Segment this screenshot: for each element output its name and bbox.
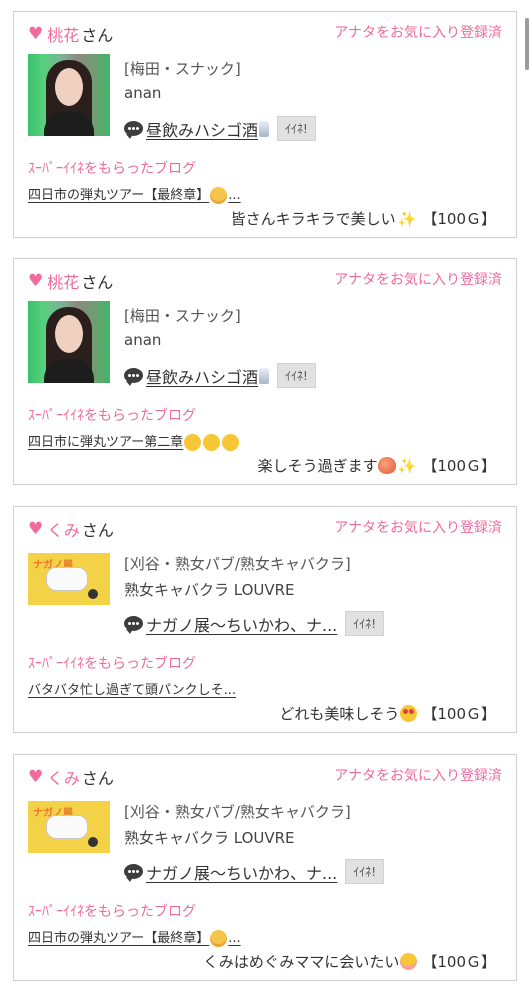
shop-area-category: [刈谷・熟女パブ/熟女キャバクラ] bbox=[124, 555, 351, 573]
shop-area-category: [刈谷・熟女パブ/熟女キャバクラ] bbox=[124, 803, 351, 821]
pleading-face-icon bbox=[210, 930, 228, 947]
blog-title-link[interactable]: 昼飲みハシゴ酒 bbox=[146, 364, 258, 388]
points: 【100Ｇ】 bbox=[422, 705, 496, 723]
sparkles-icon: ✨ bbox=[397, 209, 417, 228]
shop-area-category: [梅田・スナック] bbox=[124, 60, 241, 78]
favorite-status: アナタをお気に入り登録済 bbox=[334, 768, 502, 784]
ellipsis: ... bbox=[228, 188, 241, 203]
received-blog-title: 四日市の弾丸ツアー【最終章】 bbox=[28, 188, 210, 203]
notification-card: ♥ 桃花 さん アナタをお気に入り登録済 [梅田・スナック] anan 昼飲みハ… bbox=[13, 258, 517, 485]
notification-card: ♥ くみ さん アナタをお気に入り登録済 ナガノ展 [刈谷・熟女パブ/熟女キャバ… bbox=[13, 506, 517, 733]
grinning-face-icon bbox=[203, 434, 221, 451]
points: 【100Ｇ】 bbox=[422, 953, 496, 971]
received-blog-title: 四日市に弾丸ツアー第二章 bbox=[28, 435, 184, 450]
user-header[interactable]: ♥ くみ さん bbox=[28, 765, 114, 789]
profile-photo[interactable] bbox=[28, 54, 110, 136]
user-header[interactable]: ♥ くみ さん bbox=[28, 517, 114, 541]
heart-icon: ♥ bbox=[28, 270, 44, 291]
shop-name: 熟女キャバクラ LOUVRE bbox=[124, 829, 295, 847]
user-honorific: さん bbox=[81, 521, 114, 540]
comment-text: くみはめぐみママに会いたい bbox=[203, 953, 400, 971]
blog-title-link[interactable]: ナガノ展〜ちいかわ、ナ... bbox=[146, 860, 337, 884]
received-blog-title: 四日市の弾丸ツアー【最終章】 bbox=[28, 931, 210, 946]
character-illustration bbox=[46, 815, 88, 839]
shop-flyer-thumbnail[interactable]: ナガノ展 bbox=[28, 553, 110, 605]
comment-text: どれも美味しそう bbox=[279, 705, 400, 723]
sparkles-icon: ✨ bbox=[397, 456, 417, 475]
grinning-face-icon bbox=[222, 434, 240, 451]
super-iine-label: ｽｰﾊﾟｰｲｲﾈをもらったブログ bbox=[28, 408, 196, 424]
notification-card: ♥ くみ さん アナタをお気に入り登録済 ナガノ展 [刈谷・熟女パブ/熟女キャバ… bbox=[13, 754, 517, 981]
super-iine-label: ｽｰﾊﾟｰｲｲﾈをもらったブログ bbox=[28, 904, 196, 920]
iine-button[interactable]: ｲｲﾈ! bbox=[345, 859, 385, 884]
notification-card: ♥ 桃花 さん アナタをお気に入り登録済 [梅田・スナック] anan 昼飲みハ… bbox=[13, 11, 517, 238]
user-honorific: さん bbox=[81, 769, 114, 788]
shop-flyer-thumbnail[interactable]: ナガノ展 bbox=[28, 801, 110, 853]
user-name[interactable]: くみ bbox=[47, 765, 80, 789]
comment: くみはめぐみママに会いたい 【100Ｇ】 bbox=[203, 951, 496, 972]
blog-line: ナガノ展〜ちいかわ、ナ... ｲｲﾈ! bbox=[124, 859, 385, 884]
sake-bottle-icon bbox=[259, 367, 270, 384]
shop-name: anan bbox=[124, 84, 162, 102]
shop-area-category: [梅田・スナック] bbox=[124, 307, 241, 325]
user-name[interactable]: 桃花 bbox=[47, 22, 79, 46]
character-illustration bbox=[46, 567, 88, 591]
favorite-status: アナタをお気に入り登録済 bbox=[334, 520, 502, 536]
shop-name: anan bbox=[124, 331, 162, 349]
user-name[interactable]: くみ bbox=[47, 517, 80, 541]
pleading-face-icon bbox=[210, 187, 228, 204]
user-honorific: さん bbox=[81, 273, 114, 292]
comment-text: 皆さんキラキラで美しい bbox=[230, 210, 396, 228]
iine-button[interactable]: ｲｲﾈ! bbox=[277, 116, 316, 141]
user-name[interactable]: 桃花 bbox=[47, 269, 79, 293]
blog-title-link[interactable]: ナガノ展〜ちいかわ、ナ... bbox=[146, 612, 337, 636]
iine-button[interactable]: ｲｲﾈ! bbox=[345, 611, 385, 636]
grinning-face-icon bbox=[184, 434, 202, 451]
smiling-face-icon bbox=[400, 953, 418, 970]
ellipsis: ... bbox=[228, 931, 241, 946]
received-blog-link[interactable]: バタバタ忙し過ぎて頭パンクしそ... bbox=[28, 679, 236, 698]
points: 【100Ｇ】 bbox=[422, 210, 496, 228]
speech-bubble-icon bbox=[124, 616, 143, 634]
iine-button[interactable]: ｲｲﾈ! bbox=[277, 363, 316, 388]
scrollbar[interactable] bbox=[525, 18, 529, 70]
heart-icon: ♥ bbox=[28, 766, 44, 787]
user-header[interactable]: ♥ 桃花 さん bbox=[28, 269, 113, 293]
speech-bubble-icon bbox=[124, 121, 143, 139]
user-honorific: さん bbox=[81, 26, 114, 45]
super-iine-label: ｽｰﾊﾟｰｲｲﾈをもらったブログ bbox=[28, 656, 196, 672]
comment: 楽しそう過ぎます ✨ 【100Ｇ】 bbox=[258, 455, 496, 476]
received-blog-link[interactable]: 四日市に弾丸ツアー第二章 bbox=[28, 431, 240, 451]
comment-text: 楽しそう過ぎます bbox=[257, 457, 378, 475]
sake-bottle-icon bbox=[259, 120, 270, 137]
points: 【100Ｇ】 bbox=[422, 457, 496, 475]
blog-title-link[interactable]: 昼飲みハシゴ酒 bbox=[146, 117, 258, 141]
blog-line: 昼飲みハシゴ酒 ｲｲﾈ! bbox=[124, 363, 316, 388]
speech-bubble-icon bbox=[124, 368, 143, 386]
comment: どれも美味しそう 【100Ｇ】 bbox=[279, 703, 496, 724]
peach-icon bbox=[377, 457, 396, 474]
heart-eyes-face-icon bbox=[400, 705, 418, 722]
blog-line: ナガノ展〜ちいかわ、ナ... ｲｲﾈ! bbox=[124, 611, 385, 636]
favorite-status: アナタをお気に入り登録済 bbox=[334, 25, 502, 41]
super-iine-label: ｽｰﾊﾟｰｲｲﾈをもらったブログ bbox=[28, 161, 196, 177]
favorite-status: アナタをお気に入り登録済 bbox=[334, 272, 502, 288]
heart-icon: ♥ bbox=[28, 518, 44, 539]
heart-icon: ♥ bbox=[28, 23, 44, 44]
profile-photo[interactable] bbox=[28, 301, 110, 383]
received-blog-link[interactable]: 四日市の弾丸ツアー【最終章】... bbox=[28, 184, 241, 204]
user-header[interactable]: ♥ 桃花 さん bbox=[28, 22, 113, 46]
comment: 皆さんキラキラで美しい ✨ 【100Ｇ】 bbox=[231, 208, 496, 229]
shop-name: 熟女キャバクラ LOUVRE bbox=[124, 581, 295, 599]
received-blog-link[interactable]: 四日市の弾丸ツアー【最終章】... bbox=[28, 927, 241, 947]
speech-bubble-icon bbox=[124, 864, 143, 882]
blog-line: 昼飲みハシゴ酒 ｲｲﾈ! bbox=[124, 116, 316, 141]
